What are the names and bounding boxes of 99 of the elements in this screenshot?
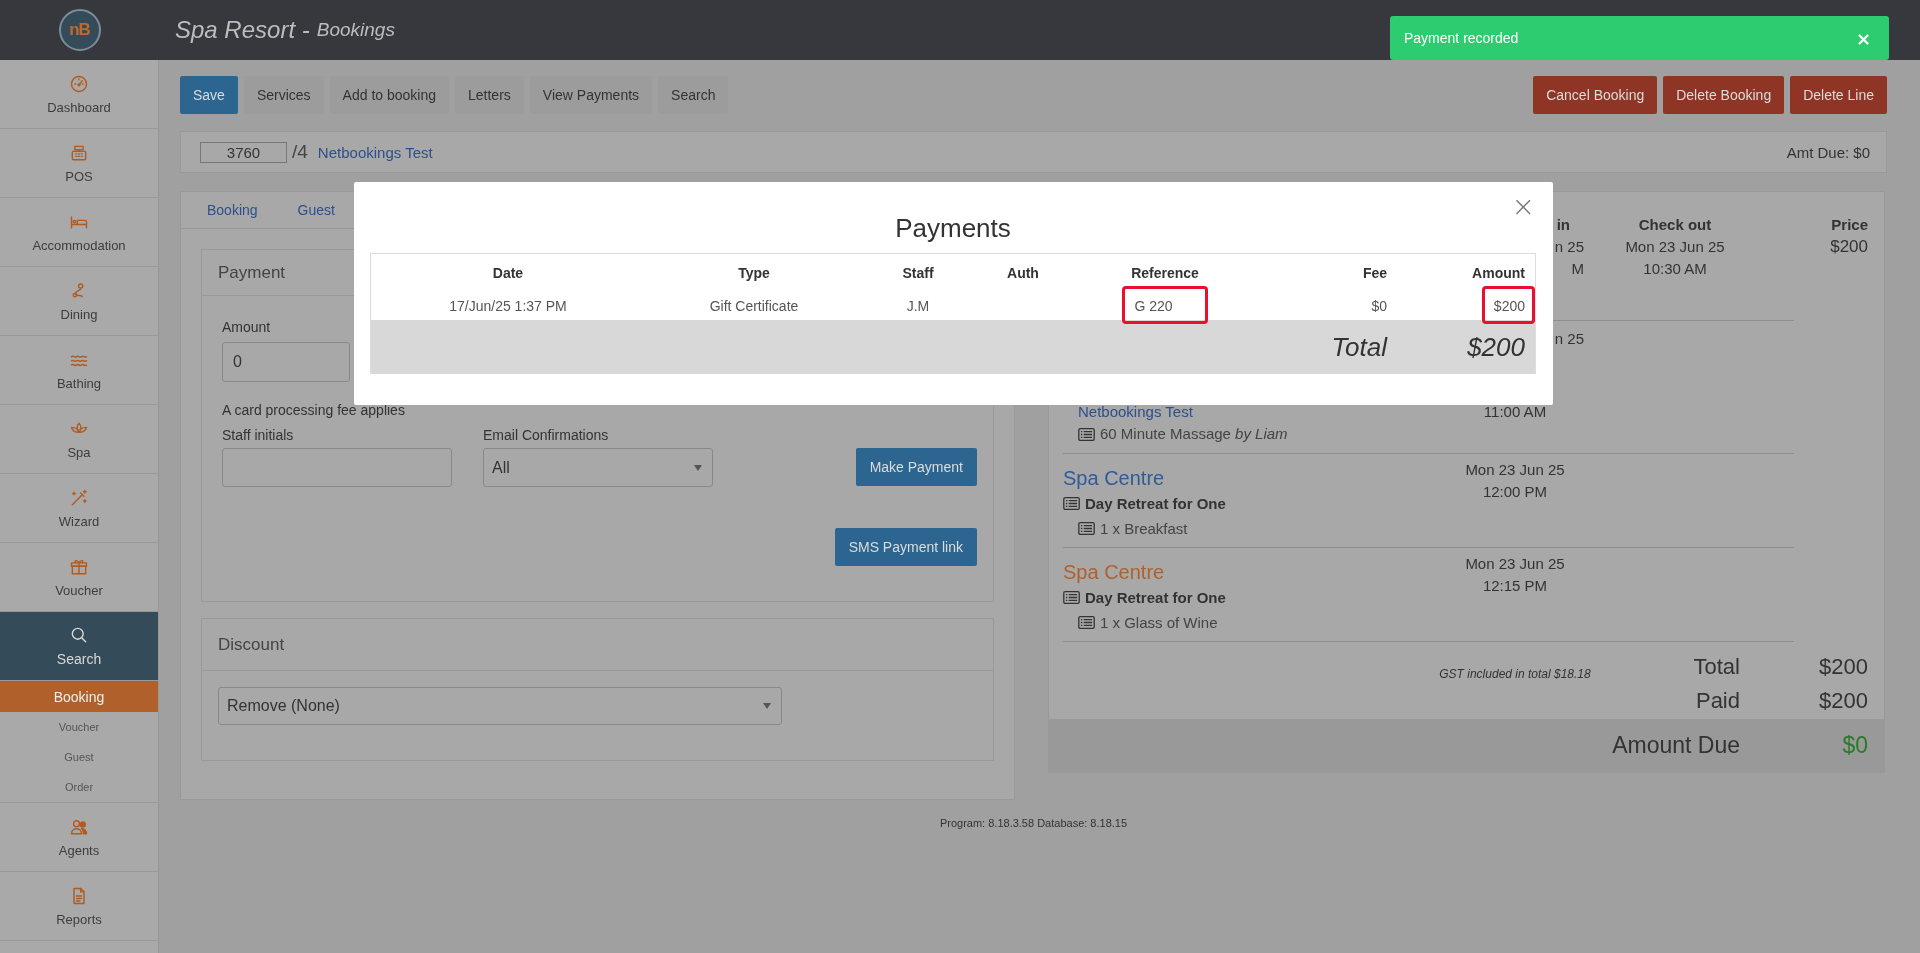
dialog-title: Payments	[894, 212, 1012, 244]
staff-initials-field[interactable]	[222, 448, 452, 487]
logo: nB	[58, 9, 101, 51]
item-text: 1 x Glass of Wine	[1100, 613, 1218, 633]
column-header: Fee	[1362, 265, 1387, 281]
action-button[interactable]: SMS Payment link	[834, 528, 977, 566]
column-header: Reference	[1131, 265, 1199, 281]
list-icon	[1063, 497, 1080, 510]
column-header: in	[1556, 216, 1571, 233]
nav-subitem[interactable]: Booking	[0, 681, 158, 712]
list-icon	[1078, 427, 1095, 441]
toolbar-button[interactable]: Add to booking	[329, 76, 449, 114]
tab[interactable]: Booking	[207, 202, 258, 218]
booking-number-field[interactable]: 3760	[200, 141, 287, 163]
nav-item[interactable]: Search	[0, 612, 158, 681]
list-icon	[1078, 522, 1095, 535]
total-label: Paid	[1694, 687, 1740, 715]
date-text: M	[1571, 260, 1584, 277]
guest-link[interactable]: Netbookings Test	[317, 143, 433, 161]
search-icon	[69, 625, 89, 645]
total-value: $200	[1467, 331, 1525, 362]
table-cell: J.M	[906, 298, 930, 314]
column-header: Amount	[1472, 265, 1525, 281]
time-text: 11:00 AM	[1483, 403, 1547, 420]
nav-item[interactable]: POS	[0, 129, 158, 198]
date-text: n 25	[1554, 238, 1584, 255]
venue-link[interactable]: Spa Centre	[1063, 467, 1165, 489]
amount-due-text: Amt Due: $0	[1786, 143, 1870, 161]
version-text: Program: 8.18.3.58 Database: 8.18.15	[938, 817, 1129, 829]
column-header: Type	[738, 265, 770, 281]
date-text: 10:30 AM	[1643, 260, 1707, 277]
nav-item[interactable]: Bathing	[0, 336, 158, 405]
toolbar-button[interactable]: Letters	[455, 76, 524, 114]
field-label: Amount	[222, 318, 272, 336]
nav-subitem[interactable]: Order	[0, 772, 158, 802]
nav-item[interactable]: Dashboard	[0, 60, 158, 129]
toolbar-button[interactable]: Cancel Booking	[1533, 76, 1658, 114]
page-title: Bookings	[316, 19, 395, 41]
date-text: n 25	[1554, 330, 1584, 347]
nav-item[interactable]: Agents	[0, 803, 158, 872]
action-button[interactable]: Make Payment	[855, 448, 977, 486]
gst-note: GST included in total $18.18	[1438, 667, 1592, 683]
date-text: Mon 23 Jun 25	[1625, 238, 1725, 255]
caret-icon	[763, 703, 771, 709]
nav-item[interactable]: Accommodation	[0, 198, 158, 267]
total-value: $200	[1818, 653, 1868, 681]
amount-due-value: $0	[1841, 732, 1868, 759]
discount-select[interactable]: Remove (None)	[218, 687, 782, 725]
total-label: Total	[1331, 331, 1387, 362]
toolbar-button[interactable]: Services	[243, 76, 324, 114]
gauge-icon	[69, 73, 89, 94]
highlighted-value: G 220	[1122, 286, 1208, 324]
guest-link[interactable]: Netbookings Test	[1078, 403, 1193, 420]
column-header: Date	[492, 265, 524, 281]
nav-item[interactable]: Dining	[0, 267, 158, 336]
toolbar-button[interactable]: Save	[180, 76, 238, 114]
package-name: Day Retreat for One	[1085, 494, 1226, 514]
nav-subitem[interactable]: Guest	[0, 742, 158, 772]
table-cell: 17/Jun/25 1:37 PM	[449, 298, 567, 314]
date-text: 12:15 PM	[1482, 577, 1548, 594]
column-header: Auth	[1007, 265, 1039, 281]
table-cell: $0	[1371, 298, 1387, 314]
package-name: Day Retreat for One	[1085, 588, 1226, 608]
magic-wand-icon	[69, 487, 89, 508]
date-text: 12:00 PM	[1482, 483, 1548, 500]
total-label: Total	[1692, 653, 1740, 681]
card-title: Discount	[202, 619, 993, 671]
price-text: $200	[1830, 237, 1868, 256]
app-title: Spa Resort -	[175, 16, 310, 44]
total-value: $200	[1818, 687, 1868, 715]
date-text: Mon 23 Jun 25	[1465, 461, 1565, 478]
tab[interactable]: Guest	[297, 202, 335, 218]
table-cell: Gift Certificate	[709, 298, 799, 314]
toolbar-button[interactable]: Delete Booking	[1663, 76, 1785, 114]
nav-item[interactable]: Wizard	[0, 474, 158, 543]
toast-message: Payment recorded	[1404, 30, 1519, 46]
amount-due-label: Amount Due	[1611, 732, 1740, 759]
toolbar-button[interactable]: Search	[658, 76, 729, 114]
column-header: Staff	[902, 265, 934, 281]
column-header: Price	[1831, 216, 1868, 233]
fee-note: A card processing fee applies	[222, 401, 406, 419]
item-text: 1 x Breakfast	[1100, 519, 1188, 539]
nav-item[interactable]: Reports	[0, 872, 158, 941]
field-label: Email Confirmations	[483, 426, 610, 444]
caret-icon	[694, 464, 702, 471]
close-button[interactable]: ×	[1511, 192, 1535, 222]
item-text: 60 Minute Massage by Liam	[1100, 424, 1288, 444]
list-icon	[1063, 591, 1080, 604]
toolbar-button[interactable]: View Payments	[529, 76, 653, 114]
booking-suffix: /4	[292, 141, 308, 163]
nav-item[interactable]: Spa	[0, 405, 158, 474]
column-header: Check out	[1638, 216, 1712, 233]
list-icon	[1078, 616, 1095, 629]
email-select[interactable]: All	[483, 448, 713, 487]
nav-subitem[interactable]: Voucher	[0, 712, 158, 742]
amount-field[interactable]: 0	[222, 342, 350, 382]
toolbar-button[interactable]: Delete Line	[1790, 76, 1887, 114]
field-label: Staff initials	[222, 426, 295, 444]
date-text: Mon 23 Jun 25	[1465, 555, 1565, 572]
